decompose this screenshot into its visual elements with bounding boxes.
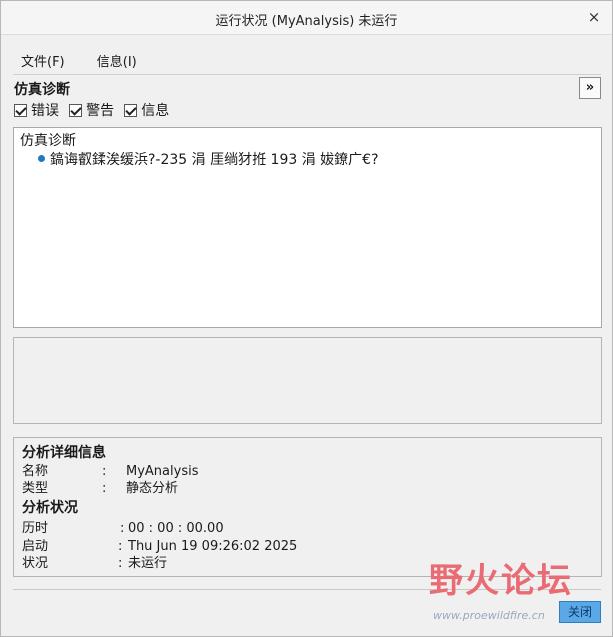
watermark-url: www.proewildfire.cn [433,609,545,622]
tree-root-item[interactable]: 仿真诊断 [20,130,76,150]
row-elapsed: 历时:00 : 00 : 00.00 [22,517,224,536]
filter-error[interactable]: 错误 [14,100,59,120]
tree-child-text: 鎬诲叡鍒涘缓浜?-235 涓 厓绱犲拰 193 涓 妭鐐广€? [50,152,379,168]
diagnostics-title: 仿真诊断 [14,82,70,98]
divider [13,74,601,75]
collapse-button[interactable]: » [579,77,601,99]
type-label: 类型 [22,481,49,496]
elapsed-value: 00 : 00 : 00.00 [128,521,224,536]
elapsed-colon: : [120,521,125,536]
status-value: 未运行 [128,556,168,571]
info-bullet-icon [38,155,45,162]
title-bar: 运行状况 (MyAnalysis) 未运行 × [1,1,612,35]
menu-info[interactable]: 信息(I) [89,49,145,72]
analysis-status-heading: 分析状况 [22,500,78,516]
watermark-logo-text: 野火论坛 [429,561,573,601]
window-title: 运行状况 (MyAnalysis) 未运行 [215,14,398,29]
tree-child-item[interactable]: 鎬诲叡鍒涘缓浜?-235 涓 厓绱犲拰 193 涓 妭鐐广€? [38,149,379,169]
warning-label: 警告 [86,103,115,119]
info-checkbox[interactable] [124,104,138,117]
status-colon: : [118,556,123,571]
run-status-window: 运行状况 (MyAnalysis) 未运行 × 文件(F) 信息(I) 仿真诊断… [0,0,613,637]
close-button[interactable]: 关闭 [559,601,601,623]
info-label: 信息 [141,103,170,119]
menu-bar: 文件(F) 信息(I) [13,49,157,71]
elapsed-label: 历时 [22,521,49,536]
filter-warning[interactable]: 警告 [69,100,114,120]
filter-info[interactable]: 信息 [124,100,169,120]
message-detail-pane [13,337,602,424]
type-value: 静态分析 [126,481,179,496]
warning-checkbox[interactable] [69,104,83,117]
diagnostics-tree[interactable]: 仿真诊断 鎬诲叡鍒涘缓浜?-235 涓 厓绱犲拰 193 涓 妭鐐广€? [13,127,602,328]
status-label: 状况 [22,556,49,571]
row-status: 状况: 未运行 [22,552,167,571]
diagnostic-filters: 错误 警告 信息 [14,100,175,120]
error-checkbox[interactable] [14,104,27,117]
row-type: 类型: 静态分析 [22,477,178,496]
menu-file[interactable]: 文件(F) [13,49,73,72]
close-icon[interactable]: × [586,8,602,26]
error-label: 错误 [31,103,59,119]
analysis-details-heading: 分析详细信息 [22,445,106,461]
